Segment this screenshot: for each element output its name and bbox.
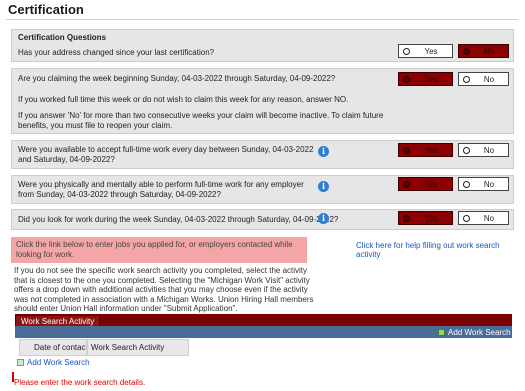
work-search-help-link[interactable]: Click here for help filling out work sea… <box>356 241 525 259</box>
add-work-search-link-label: Add Work Search <box>27 358 90 367</box>
work-search-alert: Click the link below to enter jobs you a… <box>11 237 307 263</box>
question-text: Did you look for work during the week Su… <box>18 215 339 224</box>
q4-no-option[interactable]: No <box>458 177 509 191</box>
add-work-search-label: Add Work Search <box>448 328 511 337</box>
info-icon[interactable]: i <box>318 213 329 224</box>
radio-icon[interactable] <box>463 47 470 55</box>
section-header: Certification Questions <box>18 33 107 42</box>
q1-no-option[interactable]: No <box>458 44 509 58</box>
info-icon[interactable]: i <box>318 181 329 192</box>
q4-yes-option[interactable]: Yes <box>398 177 453 191</box>
q5-no-option[interactable]: No <box>458 211 509 225</box>
q5-yes-option[interactable]: Yes <box>398 211 453 225</box>
column-header-date: Date of contact <box>19 339 87 356</box>
radio-icon[interactable] <box>403 214 410 222</box>
page-title: Certification <box>8 2 84 17</box>
error-message: Please enter the work search details. <box>14 378 146 387</box>
add-icon <box>438 329 445 336</box>
add-work-search-button[interactable]: Add Work Search <box>438 327 511 338</box>
add-work-search-link[interactable]: Add Work Search <box>17 358 90 367</box>
radio-icon[interactable] <box>463 146 470 154</box>
add-icon <box>17 359 24 366</box>
title-divider <box>6 19 518 20</box>
radio-icon[interactable] <box>463 180 470 188</box>
q1-yes-option[interactable]: Yes <box>398 44 453 58</box>
question-text: Are you claiming the week beginning Sund… <box>18 74 336 83</box>
column-header-activity: Work Search Activity <box>87 339 189 356</box>
question-text: Were you physically and mentally able to… <box>18 180 304 199</box>
radio-icon[interactable] <box>403 47 410 55</box>
question-note: If you answer 'No' for more than two con… <box>18 111 384 130</box>
question-text: Were you available to accept full-time w… <box>18 145 314 164</box>
q2-no-option[interactable]: No <box>458 72 509 86</box>
radio-icon[interactable] <box>403 146 410 154</box>
q3-no-option[interactable]: No <box>458 143 509 157</box>
q3-yes-option[interactable]: Yes <box>398 143 453 157</box>
radio-icon[interactable] <box>403 180 410 188</box>
radio-icon[interactable] <box>403 75 410 83</box>
radio-icon[interactable] <box>463 75 470 83</box>
question-note: If you worked full time this week or do … <box>18 95 349 104</box>
work-search-instructions: If you do not see the specific work sear… <box>14 266 314 314</box>
q2-yes-option[interactable]: Yes <box>398 72 453 86</box>
radio-icon[interactable] <box>463 214 470 222</box>
question-text: Has your address changed since your last… <box>18 48 215 57</box>
info-icon[interactable]: i <box>318 146 329 157</box>
